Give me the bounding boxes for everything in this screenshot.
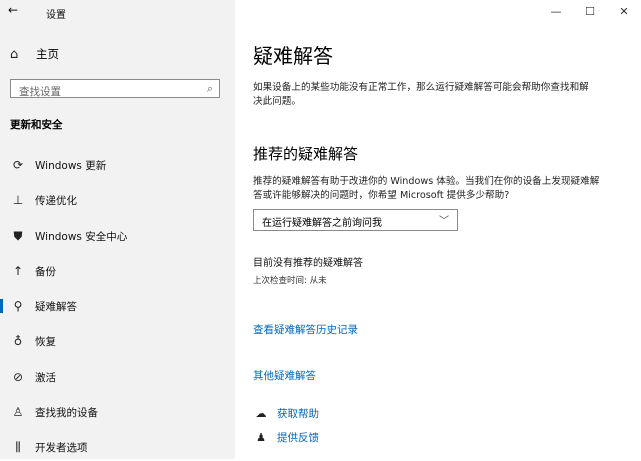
recovery-icon: ♁ [13, 334, 23, 348]
get-help-label: 获取帮助 [277, 408, 319, 420]
back-button[interactable]: ← [8, 3, 28, 21]
page-title: 疑难解答 [253, 44, 333, 68]
sidebar-item-label: 疑难解答 [35, 300, 77, 313]
search-box[interactable]: ⌕ [10, 79, 220, 101]
developer-icon: ⫼ [15, 439, 21, 454]
home-link[interactable]: ⌂ 主页 [10, 45, 59, 63]
sidebar-item-windows-update[interactable]: ⟳ Windows 更新 [0, 151, 235, 179]
back-arrow-icon: ← [8, 3, 19, 17]
maximize-button[interactable]: ☐ [573, 0, 607, 22]
chevron-down-icon: ﹀ [439, 216, 449, 227]
view-history-link[interactable]: 查看疑难解答历史记录 [253, 322, 358, 337]
section-heading: 更新和安全 [10, 119, 63, 131]
last-check-text: 上次检查时间: 从未 [253, 276, 327, 286]
sidebar-item-developer-options[interactable]: ⫼ 开发者选项 [0, 433, 235, 461]
sidebar-item-label: 查找我的设备 [35, 406, 98, 419]
sidebar-item-find-my-device[interactable]: ♙ 查找我的设备 [0, 398, 235, 426]
shield-icon: ⛊ [13, 228, 23, 243]
sidebar-item-windows-security[interactable]: ⛊ Windows 安全中心 [0, 222, 235, 250]
search-input[interactable] [11, 83, 199, 101]
sidebar-item-troubleshoot[interactable]: ⚲ 疑难解答 [0, 292, 235, 320]
home-label: 主页 [36, 47, 59, 61]
sidebar-item-activation[interactable]: ⊘ 激活 [0, 363, 235, 391]
check-circle-icon: ⊘ [12, 370, 24, 384]
status-text: 目前没有推荐的疑难解答 [253, 258, 363, 269]
sidebar-item-label: Windows 更新 [35, 159, 107, 172]
sidebar: ← 设置 ⌂ 主页 ⌕ 更新和安全 ⟳ Windows 更新 ⊥ 传递优化 ⛊ … [0, 0, 235, 459]
window-controls: — ☐ ✕ [539, 0, 641, 22]
sidebar-item-label: 激活 [35, 371, 56, 384]
feedback-icon: ♟ [256, 431, 266, 444]
app-title: 设置 [46, 10, 66, 21]
help-chat-icon: ☁ [255, 407, 267, 420]
give-feedback-link[interactable]: ♟ 提供反馈 [253, 430, 319, 445]
sidebar-item-recovery[interactable]: ♁ 恢复 [0, 327, 235, 355]
backup-arrow-icon: ↑ [12, 264, 24, 278]
person-location-icon: ♙ [12, 405, 24, 419]
sidebar-item-label: 恢复 [35, 335, 56, 348]
sidebar-item-delivery-optimization[interactable]: ⊥ 传递优化 [0, 186, 235, 214]
minimize-button[interactable]: — [539, 0, 573, 22]
get-help-link[interactable]: ☁ 获取帮助 [253, 406, 320, 421]
delivery-icon: ⊥ [12, 193, 24, 207]
sidebar-item-label: 开发者选项 [35, 441, 88, 454]
sidebar-item-backup[interactable]: ↑ 备份 [0, 257, 235, 285]
dropdown-value: 在运行疑难解答之前询问我 [262, 218, 382, 229]
wrench-icon: ⚲ [13, 299, 23, 313]
close-button[interactable]: ✕ [607, 0, 641, 22]
other-troubleshooters-link[interactable]: 其他疑难解答 [253, 368, 316, 383]
give-feedback-label: 提供反馈 [277, 432, 319, 444]
home-icon: ⌂ [10, 46, 19, 62]
search-icon[interactable]: ⌕ [207, 82, 213, 96]
main-panel: — ☐ ✕ 疑难解答 如果设备上的某些功能没有正常工作，那么运行疑难解答可能会帮… [235, 0, 641, 459]
recommended-description: 推荐的疑难解答有助于改进你的 Windows 体验。当我们在你的设备上发现疑难解… [253, 176, 600, 201]
sidebar-item-label: 传递优化 [35, 194, 77, 207]
recommended-heading: 推荐的疑难解答 [253, 145, 359, 163]
sidebar-item-label: 备份 [35, 265, 56, 278]
refresh-icon: ⟳ [12, 158, 24, 172]
intro-text: 如果设备上的某些功能没有正常工作，那么运行疑难解答可能会帮助你查找和解决此问题。 [253, 82, 589, 107]
sidebar-item-label: Windows 安全中心 [35, 230, 128, 243]
troubleshoot-preference-dropdown[interactable]: 在运行疑难解答之前询问我 ﹀ [253, 209, 458, 231]
